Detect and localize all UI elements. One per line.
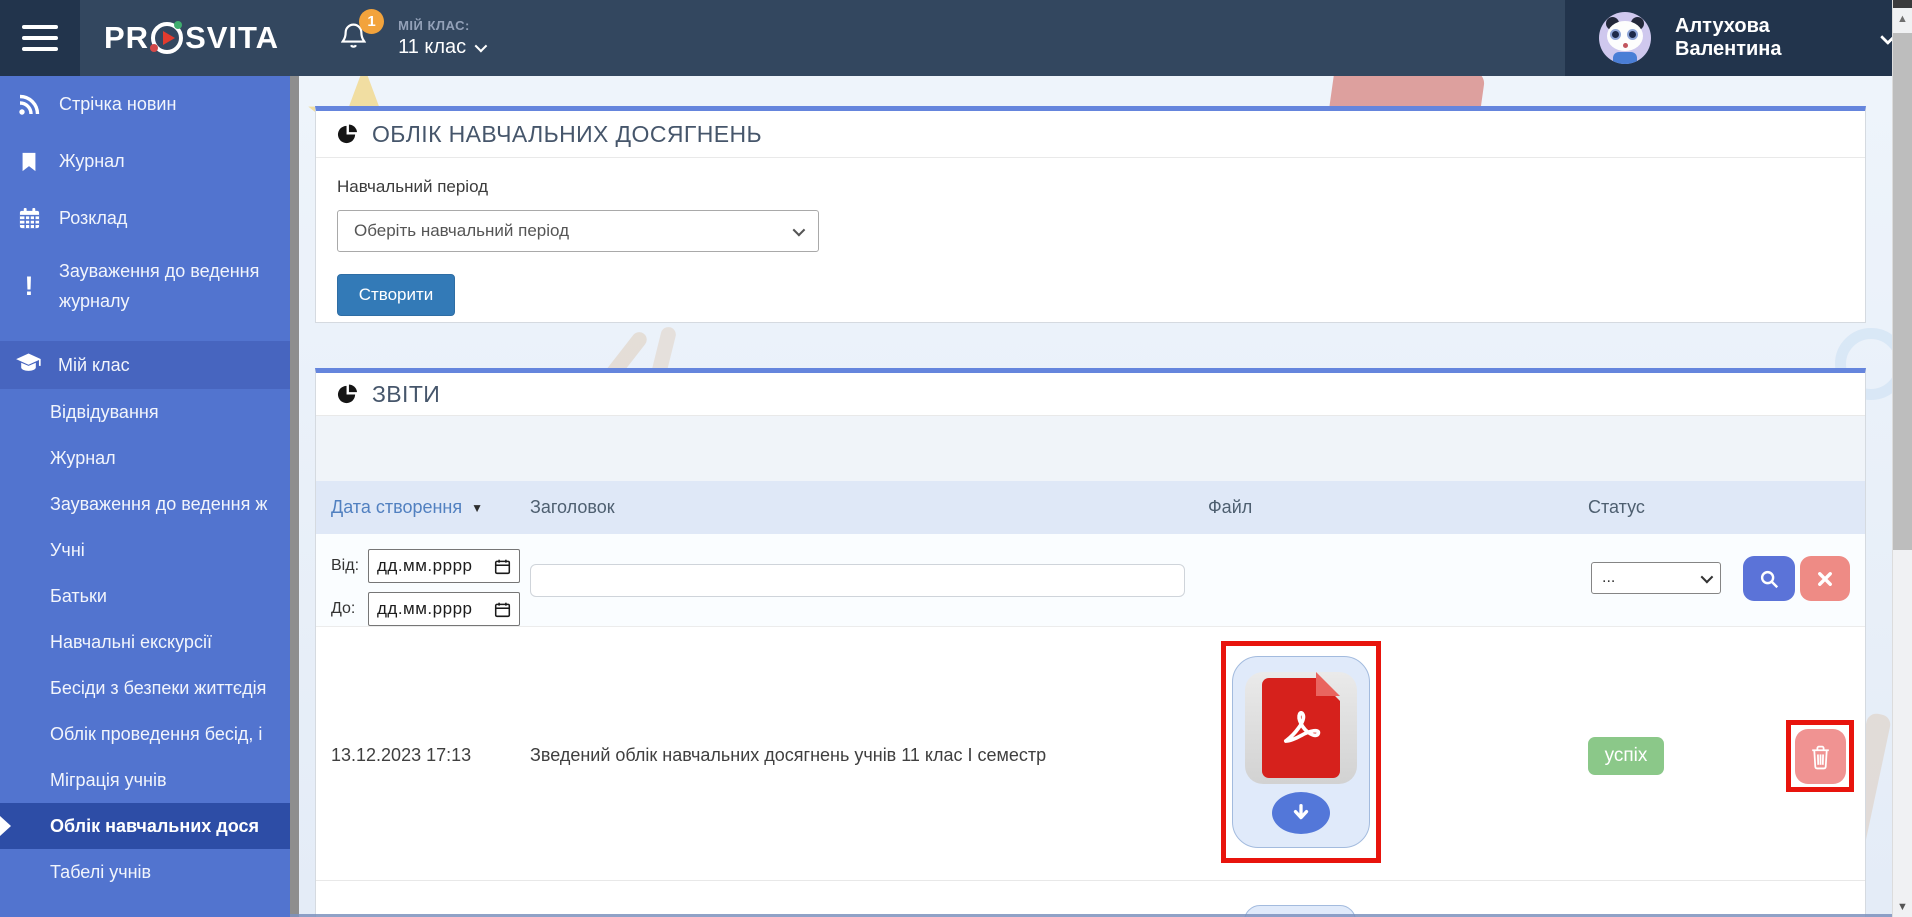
download-button[interactable] (1272, 792, 1330, 834)
sidebar: Стрічка новин Журнал Розклад ! Зауваженн… (0, 76, 290, 917)
bookmark-icon (15, 151, 43, 173)
sidebar-item-news-feed[interactable]: Стрічка новин (0, 76, 290, 133)
scrollbar-down-arrow[interactable]: ▼ (1893, 901, 1912, 913)
scrollbar-thumb[interactable] (1893, 33, 1912, 550)
vertical-scrollbar[interactable]: ▲ ▼ (1892, 0, 1912, 917)
reports-title: ЗВІТИ (372, 381, 440, 408)
sidebar-item-journal[interactable]: Журнал (0, 133, 290, 190)
delete-button[interactable] (1795, 729, 1846, 784)
pie-chart-icon (337, 384, 358, 405)
logo-text-post: SVITA (185, 20, 279, 56)
search-button[interactable] (1743, 556, 1795, 601)
report-title: Зведений облік навчальних досягнень учні… (530, 745, 1046, 766)
status-badge: успіх (1588, 737, 1664, 775)
chevron-down-icon (1701, 570, 1714, 583)
scrollbar-up-arrow[interactable]: ▲ (1893, 13, 1912, 25)
close-icon (1816, 570, 1834, 588)
page-title: ОБЛІК НАВЧАЛЬНИХ ДОСЯГНЕНЬ (372, 121, 762, 148)
avatar (1599, 12, 1651, 64)
clear-filters-button[interactable] (1800, 556, 1850, 601)
sidebar-item-student-migration[interactable]: Міграція учнів (0, 757, 290, 803)
sidebar-section-my-class[interactable]: Мій клас (0, 341, 290, 389)
title-filter-input[interactable] (530, 564, 1185, 597)
logo-text-pre: PR (104, 20, 149, 56)
search-icon (1758, 568, 1780, 590)
notification-count-badge: 1 (359, 9, 384, 34)
trash-icon (1808, 743, 1833, 770)
table-row: 13.12.2023 17:13 Зведений облік навчальн… (316, 627, 1865, 881)
exclamation-icon: ! (15, 271, 43, 302)
filter-row: Від: дд.мм.рррр До: дд.мм.рррр (316, 534, 1865, 627)
class-selector-label: МІЙ КЛАС: (398, 18, 484, 33)
hamburger-menu-icon[interactable] (0, 0, 80, 76)
sidebar-item-journal-remarks[interactable]: ! Зауваження до ведення журналу (0, 247, 290, 325)
create-button[interactable]: Створити (337, 274, 455, 316)
pie-chart-icon (337, 124, 358, 145)
table-row-partial (316, 881, 1865, 917)
chevron-down-icon (475, 39, 488, 52)
graduation-cap-icon (15, 349, 42, 381)
report-date: 13.12.2023 17:13 (331, 745, 471, 766)
logo-play-icon (151, 22, 183, 54)
main-content: ОБЛІК НАВЧАЛЬНИХ ДОСЯГНЕНЬ Навчальний пе… (290, 76, 1892, 917)
user-name: Алтухова Валентина (1675, 15, 1869, 61)
achievements-card: ОБЛІК НАВЧАЛЬНИХ ДОСЯГНЕНЬ Навчальний пе… (315, 106, 1866, 323)
column-header-date-sort[interactable]: Дата створення ▼ (331, 497, 483, 518)
sidebar-item-talks-record[interactable]: Облік проведення бесід, і (0, 711, 290, 757)
rss-icon (15, 93, 43, 117)
date-to-input[interactable]: дд.мм.рррр (368, 592, 520, 626)
date-from-input[interactable]: дд.мм.рррр (368, 549, 520, 583)
content-left-divider (290, 76, 299, 917)
date-to-label: До: (331, 600, 364, 618)
sidebar-item-class-remarks[interactable]: Зауваження до ведення ж (0, 481, 290, 527)
download-icon (1290, 802, 1312, 824)
pdf-icon (1245, 672, 1357, 784)
table-header-row: Дата створення ▼ Заголовок Файл Статус (316, 481, 1865, 534)
topbar: PR SVITA 1 МІЙ КЛАС: 11 клас Алтухова Ва… (0, 0, 1892, 76)
reports-toolbar-band (316, 416, 1865, 481)
column-header-status: Статус (1588, 497, 1645, 518)
sidebar-item-attendance[interactable]: Відвідування (0, 389, 290, 435)
sidebar-item-excursions[interactable]: Навчальні екскурсії (0, 619, 290, 665)
calendar-icon (494, 601, 511, 618)
calendar-icon (494, 558, 511, 575)
chevron-down-icon (793, 223, 806, 236)
notifications-button[interactable]: 1 (339, 21, 368, 55)
sidebar-item-achievements-record[interactable]: Облік навчальних дося (0, 803, 290, 849)
sidebar-item-parents[interactable]: Батьки (0, 573, 290, 619)
sidebar-item-schedule[interactable]: Розклад (0, 190, 290, 247)
annotation-rectangle (1221, 641, 1381, 863)
pdf-file-card[interactable] (1232, 656, 1370, 848)
annotation-rectangle (1786, 720, 1854, 792)
sort-desc-icon: ▼ (471, 501, 483, 515)
sidebar-item-students[interactable]: Учні (0, 527, 290, 573)
calendar-icon (15, 207, 43, 230)
user-menu[interactable]: Алтухова Валентина (1565, 0, 1892, 76)
class-selector-value: 11 клас (398, 36, 466, 59)
class-selector[interactable]: МІЙ КЛАС: 11 клас (398, 18, 484, 59)
sidebar-item-safety-talks[interactable]: Бесіди з безпеки життєдія (0, 665, 290, 711)
sidebar-item-report-cards[interactable]: Табелі учнів (0, 849, 290, 895)
reports-card: ЗВІТИ Дата створення ▼ Заголовок Файл Ст… (315, 368, 1866, 917)
period-label: Навчальний період (337, 177, 1844, 197)
scrollbar-top-edge (1893, 0, 1912, 8)
period-select[interactable]: Оберіть навчальний період (337, 210, 819, 252)
date-from-label: Від: (331, 557, 364, 575)
column-header-file: Файл (1208, 497, 1252, 518)
status-filter-select[interactable]: ... (1591, 562, 1721, 594)
sidebar-item-class-journal[interactable]: Журнал (0, 435, 290, 481)
column-header-title: Заголовок (530, 497, 615, 518)
prosvita-logo[interactable]: PR SVITA (104, 20, 279, 56)
